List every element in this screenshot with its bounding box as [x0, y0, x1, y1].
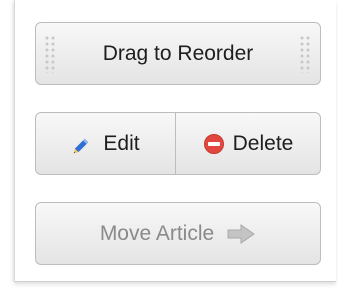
move-article-label: Move Article [99, 221, 215, 245]
minus-circle-icon [203, 133, 225, 155]
drag-to-reorder-label: Drag to Reorder [102, 41, 254, 65]
drag-to-reorder-button[interactable]: Drag to Reorder [35, 22, 321, 85]
move-article-button[interactable]: Move Article [35, 202, 321, 265]
delete-label: Delete [232, 131, 294, 155]
arrow-right-icon [226, 223, 256, 245]
pencil-icon [71, 132, 95, 156]
article-actions-panel: Drag to Reorder Edit Delete Move Article [14, 0, 336, 282]
edit-delete-button-group: Edit Delete [35, 112, 321, 175]
edit-button[interactable]: Edit [35, 112, 176, 175]
delete-button[interactable]: Delete [176, 112, 321, 175]
edit-label: Edit [103, 131, 140, 155]
grip-dots-icon [44, 35, 57, 73]
grip-dots-icon [299, 35, 312, 73]
